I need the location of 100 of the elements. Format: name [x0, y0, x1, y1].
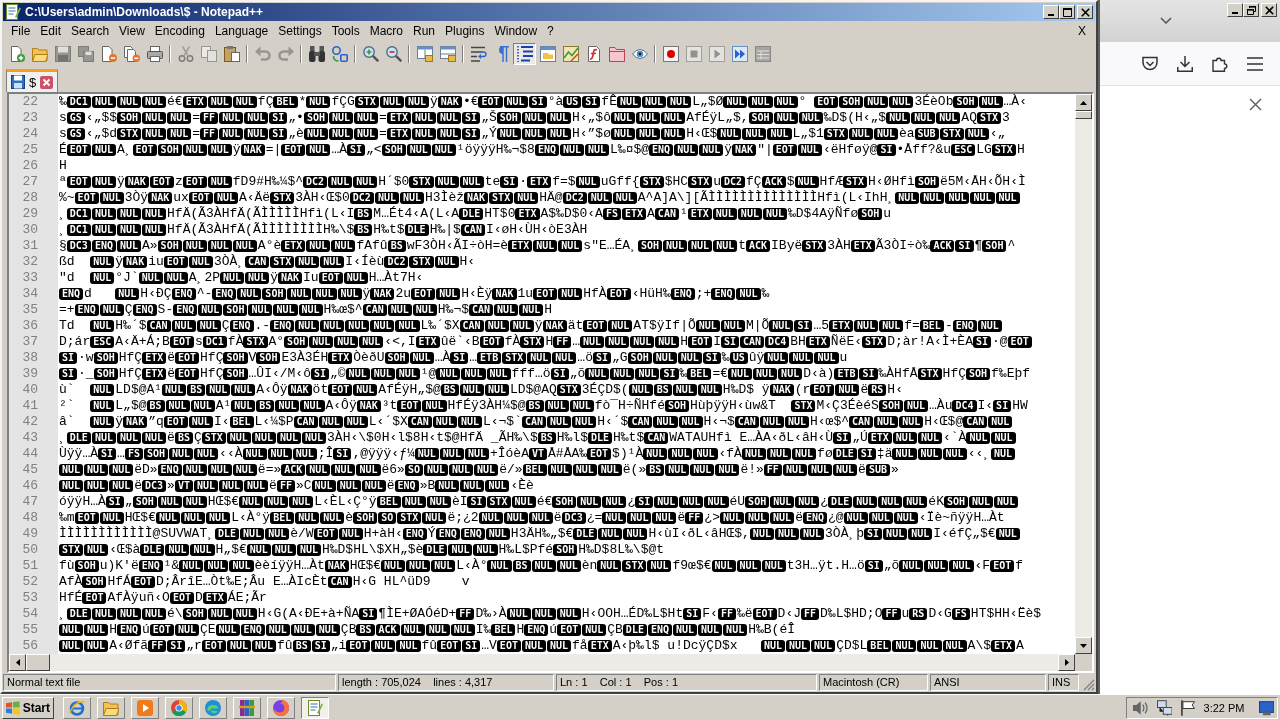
control-char-tag: US — [563, 96, 582, 108]
text-run: »B — [419, 478, 436, 494]
menu-item[interactable]: Edit — [35, 23, 67, 39]
control-char-tag: NUL — [91, 96, 116, 108]
restore-button[interactable] — [1243, 3, 1259, 17]
close-icon[interactable] — [40, 75, 54, 89]
control-char-tag: CAN — [740, 336, 765, 348]
control-char-tag: BS — [387, 240, 406, 252]
control-char-tag: BS — [292, 640, 311, 652]
menu-item[interactable]: Search — [66, 23, 115, 39]
minimize-button[interactable] — [1043, 5, 1059, 19]
text-run: óÿÿH…À — [59, 494, 106, 510]
shield-chevron-icon[interactable] — [1142, 55, 1158, 72]
text-run: ¹& — [163, 558, 180, 574]
control-char-tag: NUL — [450, 624, 475, 636]
minimize-button[interactable] — [1227, 3, 1243, 17]
puzzle-piece-icon[interactable] — [1212, 55, 1228, 72]
control-char-tag: STX — [502, 352, 527, 364]
control-char-tag: BS — [653, 384, 672, 396]
control-char-tag: SI — [833, 432, 852, 444]
control-char-tag: NUL — [610, 112, 635, 124]
network-icon[interactable] — [1156, 699, 1172, 716]
text-run: H — [1016, 142, 1025, 158]
control-char-tag: NUL — [569, 400, 594, 412]
control-char-tag: NUL — [873, 128, 898, 140]
menu-item[interactable]: Settings — [273, 23, 327, 39]
control-char-tag: NUL — [91, 224, 116, 236]
control-char-tag: STX — [976, 112, 1002, 124]
menu-item[interactable]: File — [6, 23, 36, 39]
menu-item[interactable]: Run — [408, 23, 441, 39]
menu-item[interactable]: Window — [489, 23, 543, 39]
control-char-tag: SI — [467, 496, 486, 508]
control-char-tag: NUL — [711, 560, 736, 572]
menu-item[interactable]: Language — [209, 23, 274, 39]
menu-item[interactable]: Macro — [364, 23, 408, 39]
control-char-tag: NUL — [893, 512, 918, 524]
control-char-tag: NUL — [737, 208, 762, 220]
start-button[interactable]: Start — [2, 696, 54, 719]
control-char-tag: STX — [802, 240, 827, 252]
close-button[interactable] — [1261, 3, 1277, 17]
control-char-tag: NUL — [767, 448, 792, 460]
maximize-icon — [1062, 7, 1072, 17]
control-char-tag: NUL — [371, 640, 396, 652]
menu-item[interactable]: Plugins — [440, 23, 490, 39]
notepad-icon — [307, 699, 323, 716]
close-button[interactable] — [1077, 5, 1093, 19]
control-char-tag: NUL — [343, 272, 368, 284]
control-char-tag: NUL — [597, 560, 622, 572]
control-char-tag: EOT — [132, 144, 157, 156]
control-char-tag: NUL — [741, 448, 766, 460]
menu-item[interactable]: Tools — [326, 23, 365, 39]
swirl-icon — [205, 699, 221, 716]
control-char-tag: NUL — [798, 112, 823, 124]
control-char-tag: NUL — [182, 496, 207, 508]
control-char-tag: NUL — [434, 256, 459, 268]
horizontal-scrollbar[interactable] — [9, 654, 1075, 671]
flag-icon[interactable] — [1180, 699, 1196, 716]
text-run: = — [192, 110, 201, 126]
speaker-icon[interactable] — [1133, 699, 1149, 716]
scroll-left-button[interactable] — [9, 654, 26, 671]
folder-icon — [31, 46, 48, 62]
desktop-icon[interactable] — [1258, 699, 1274, 716]
control-char-tag: SI — [864, 560, 883, 572]
scrollbar-thumb[interactable] — [1075, 111, 1092, 119]
letter-e-icon — [69, 699, 85, 716]
chevron-down-icon[interactable] — [1160, 17, 1172, 24]
close-icon[interactable] — [1249, 98, 1262, 111]
menu-item[interactable]: View — [114, 23, 150, 39]
scroll-up-button[interactable] — [1075, 94, 1092, 111]
resize-grip-icon[interactable] — [1083, 679, 1095, 691]
text-run: ¿@ — [828, 510, 844, 526]
text-run: Ý — [427, 526, 436, 542]
control-char-tag: NUL — [400, 624, 425, 636]
maximize-button[interactable] — [1059, 5, 1075, 19]
control-char-tag: EOT — [74, 192, 99, 204]
control-char-tag: NUL — [155, 512, 180, 524]
folder-icon — [608, 46, 625, 62]
control-char-tag: NAK — [370, 288, 395, 300]
text-run: ÇB — [340, 622, 357, 638]
clock[interactable]: 3:22 PM — [1203, 701, 1245, 714]
circle-square-icon — [331, 46, 348, 62]
scroll-right-button[interactable] — [1058, 654, 1075, 671]
play-tile-icon — [137, 699, 153, 716]
binoculars-icon — [308, 46, 325, 62]
vertical-scrollbar[interactable] — [1075, 94, 1092, 654]
download-icon[interactable] — [1177, 55, 1193, 72]
menu-item[interactable]: ? — [542, 23, 559, 39]
taskbar-button[interactable] — [301, 696, 329, 719]
toolbar-button[interactable] — [513, 43, 536, 65]
minimize-icon — [1048, 14, 1054, 16]
text-run: H3ÄH‰„$€ — [510, 526, 574, 542]
close-document-button[interactable]: X — [1073, 23, 1091, 39]
scrollbar-thumb[interactable] — [26, 654, 50, 671]
menu-icon[interactable] — [1247, 55, 1263, 72]
text-run: HŒ$€ — [124, 510, 156, 526]
control-char-tag: SI — [660, 368, 679, 380]
menu-item[interactable]: Encoding — [149, 23, 210, 39]
document-tab[interactable]: $ — [6, 69, 59, 92]
scroll-down-button[interactable] — [1075, 637, 1092, 654]
control-char-tag: NUL — [577, 496, 602, 508]
